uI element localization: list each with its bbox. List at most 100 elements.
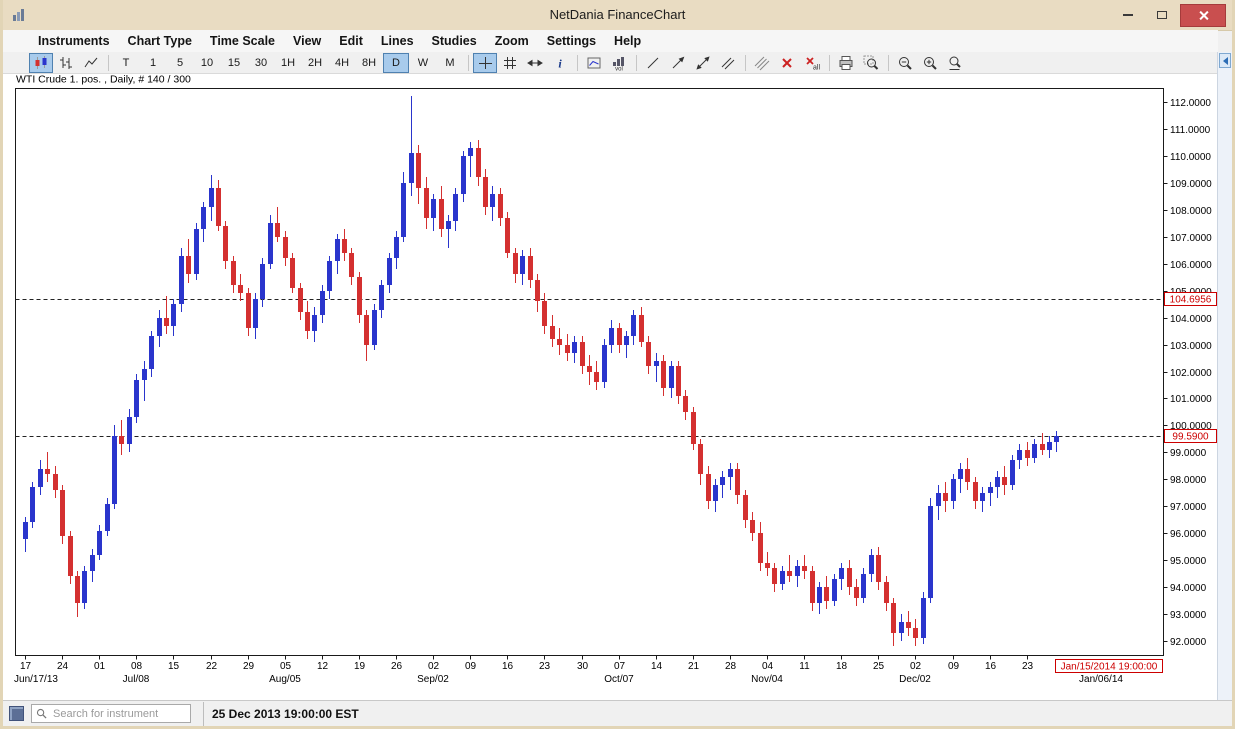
minimize-button[interactable] xyxy=(1112,4,1144,25)
timescale-8h-button[interactable]: 8H xyxy=(356,53,382,73)
line-chart-button[interactable] xyxy=(79,53,103,73)
toolbar-separator xyxy=(577,55,578,71)
svg-text:94.0000: 94.0000 xyxy=(1170,583,1207,594)
bar-chart-button[interactable] xyxy=(54,53,78,73)
zoom-in-icon xyxy=(922,55,938,71)
extended-line-button[interactable] xyxy=(691,53,715,73)
chart-area: WTI Crude 1. pos. , Daily, # 140 / 300 11… xyxy=(3,74,1218,700)
svg-text:12: 12 xyxy=(317,661,329,672)
timescale-1m-button[interactable]: 1 xyxy=(140,53,166,73)
grid-icon xyxy=(502,55,518,71)
svg-text:02: 02 xyxy=(428,661,440,672)
zoom-out-button[interactable] xyxy=(893,53,917,73)
svg-text:111.0000: 111.0000 xyxy=(1170,125,1211,136)
zoom-selection-button[interactable] xyxy=(859,53,883,73)
panel-toggle-button[interactable] xyxy=(1219,53,1231,68)
x-axis: 1724010815222905121926020916233007142128… xyxy=(14,656,1123,686)
svg-text:95.0000: 95.0000 xyxy=(1170,556,1207,567)
timescale-30m-button[interactable]: 30 xyxy=(248,53,274,73)
svg-text:99.0000: 99.0000 xyxy=(1170,448,1207,459)
svg-text:24: 24 xyxy=(57,661,69,672)
menubar: InstrumentsChart TypeTime ScaleViewEditL… xyxy=(3,30,1218,52)
info-button[interactable]: i xyxy=(548,53,572,73)
svg-text:29: 29 xyxy=(243,661,255,672)
expand-horizontal-button[interactable] xyxy=(523,53,547,73)
delete-line-button[interactable] xyxy=(775,53,799,73)
svg-text:07: 07 xyxy=(614,661,626,672)
delete-all-lines-button[interactable]: all xyxy=(800,53,824,73)
menu-time-scale[interactable]: Time Scale xyxy=(201,34,284,48)
statusbar: 25 Dec 2013 19:00:00 EST xyxy=(3,700,1232,726)
svg-text:107.0000: 107.0000 xyxy=(1170,233,1212,244)
zoom-in-button[interactable] xyxy=(918,53,942,73)
svg-text:15: 15 xyxy=(168,661,180,672)
instrument-label: WTI Crude 1. pos. , Daily, # 140 / 300 xyxy=(16,74,191,86)
svg-text:21: 21 xyxy=(688,661,700,672)
y-axis: 112.0000111.0000110.0000109.0000108.0000… xyxy=(1164,98,1213,648)
menu-settings[interactable]: Settings xyxy=(538,34,605,48)
timescale-5m-button[interactable]: 5 xyxy=(167,53,193,73)
zoom-reset-button[interactable] xyxy=(943,53,967,73)
toolbar: T151015301H2H4H8HDWMivolall xyxy=(3,52,1218,74)
volume-button[interactable]: vol xyxy=(607,53,631,73)
channel-button[interactable] xyxy=(716,53,740,73)
timescale-15m-button[interactable]: 15 xyxy=(221,53,247,73)
svg-text:05: 05 xyxy=(280,661,292,672)
menu-studies[interactable]: Studies xyxy=(423,34,486,48)
titlebar: NetDania FinanceChart xyxy=(3,0,1232,31)
price-chart[interactable]: WTI Crude 1. pos. , Daily, # 140 / 300 11… xyxy=(3,74,1218,700)
price-chart-button[interactable] xyxy=(582,53,606,73)
menu-lines[interactable]: Lines xyxy=(372,34,423,48)
parallel-lines-icon xyxy=(754,55,770,71)
svg-text:11: 11 xyxy=(799,661,810,672)
svg-text:104.0000: 104.0000 xyxy=(1170,314,1212,325)
grid-button[interactable] xyxy=(498,53,522,73)
search-input[interactable] xyxy=(51,707,186,721)
timescale-4h-button[interactable]: 4H xyxy=(329,53,355,73)
menu-zoom[interactable]: Zoom xyxy=(486,34,538,48)
parallel-lines-button[interactable] xyxy=(750,53,774,73)
svg-text:17: 17 xyxy=(20,661,32,672)
menu-help[interactable]: Help xyxy=(605,34,650,48)
timescale-10m-button[interactable]: 10 xyxy=(194,53,220,73)
zoom-reset-icon xyxy=(947,55,963,71)
zoom-out-icon xyxy=(897,55,913,71)
svg-text:112.0000: 112.0000 xyxy=(1170,98,1211,109)
svg-text:19: 19 xyxy=(354,661,366,672)
svg-text:104.6956: 104.6956 xyxy=(1170,295,1212,306)
menu-edit[interactable]: Edit xyxy=(330,34,372,48)
timescale-1h-button[interactable]: 1H xyxy=(275,53,301,73)
timescale-tick-button[interactable]: T xyxy=(113,53,139,73)
trend-line-button[interactable] xyxy=(641,53,665,73)
svg-text:Jan/06/14: Jan/06/14 xyxy=(1079,674,1123,685)
svg-text:23: 23 xyxy=(1022,661,1034,672)
panel-expand-icon xyxy=(1223,57,1228,65)
close-button[interactable] xyxy=(1180,4,1226,27)
timescale-2h-button[interactable]: 2H xyxy=(302,53,328,73)
ray-line-button[interactable] xyxy=(666,53,690,73)
candlestick-chart-button[interactable] xyxy=(29,53,53,73)
print-button[interactable] xyxy=(834,53,858,73)
menu-view[interactable]: View xyxy=(284,34,330,48)
svg-text:97.0000: 97.0000 xyxy=(1170,502,1207,513)
toolbar-separator xyxy=(745,55,746,71)
menu-instruments[interactable]: Instruments xyxy=(29,34,119,48)
instrument-search[interactable] xyxy=(31,704,191,723)
svg-text:02: 02 xyxy=(910,661,922,672)
timescale-weekly-button[interactable]: W xyxy=(410,53,436,73)
status-grip-icon xyxy=(9,706,24,721)
timescale-monthly-button[interactable]: M xyxy=(437,53,463,73)
crosshair-button[interactable] xyxy=(473,53,497,73)
trend-line-icon xyxy=(645,55,661,71)
menu-chart-type[interactable]: Chart Type xyxy=(119,34,201,48)
arrows-horizontal-icon xyxy=(527,55,543,71)
svg-text:23: 23 xyxy=(539,661,551,672)
svg-text:14: 14 xyxy=(651,661,663,672)
svg-text:vol: vol xyxy=(615,66,623,71)
svg-text:08: 08 xyxy=(131,661,143,672)
svg-text:all: all xyxy=(813,64,820,71)
timescale-daily-button[interactable]: D xyxy=(383,53,409,73)
toolbar-separator xyxy=(108,55,109,71)
maximize-button[interactable] xyxy=(1146,4,1178,25)
minimize-icon xyxy=(1123,14,1133,16)
